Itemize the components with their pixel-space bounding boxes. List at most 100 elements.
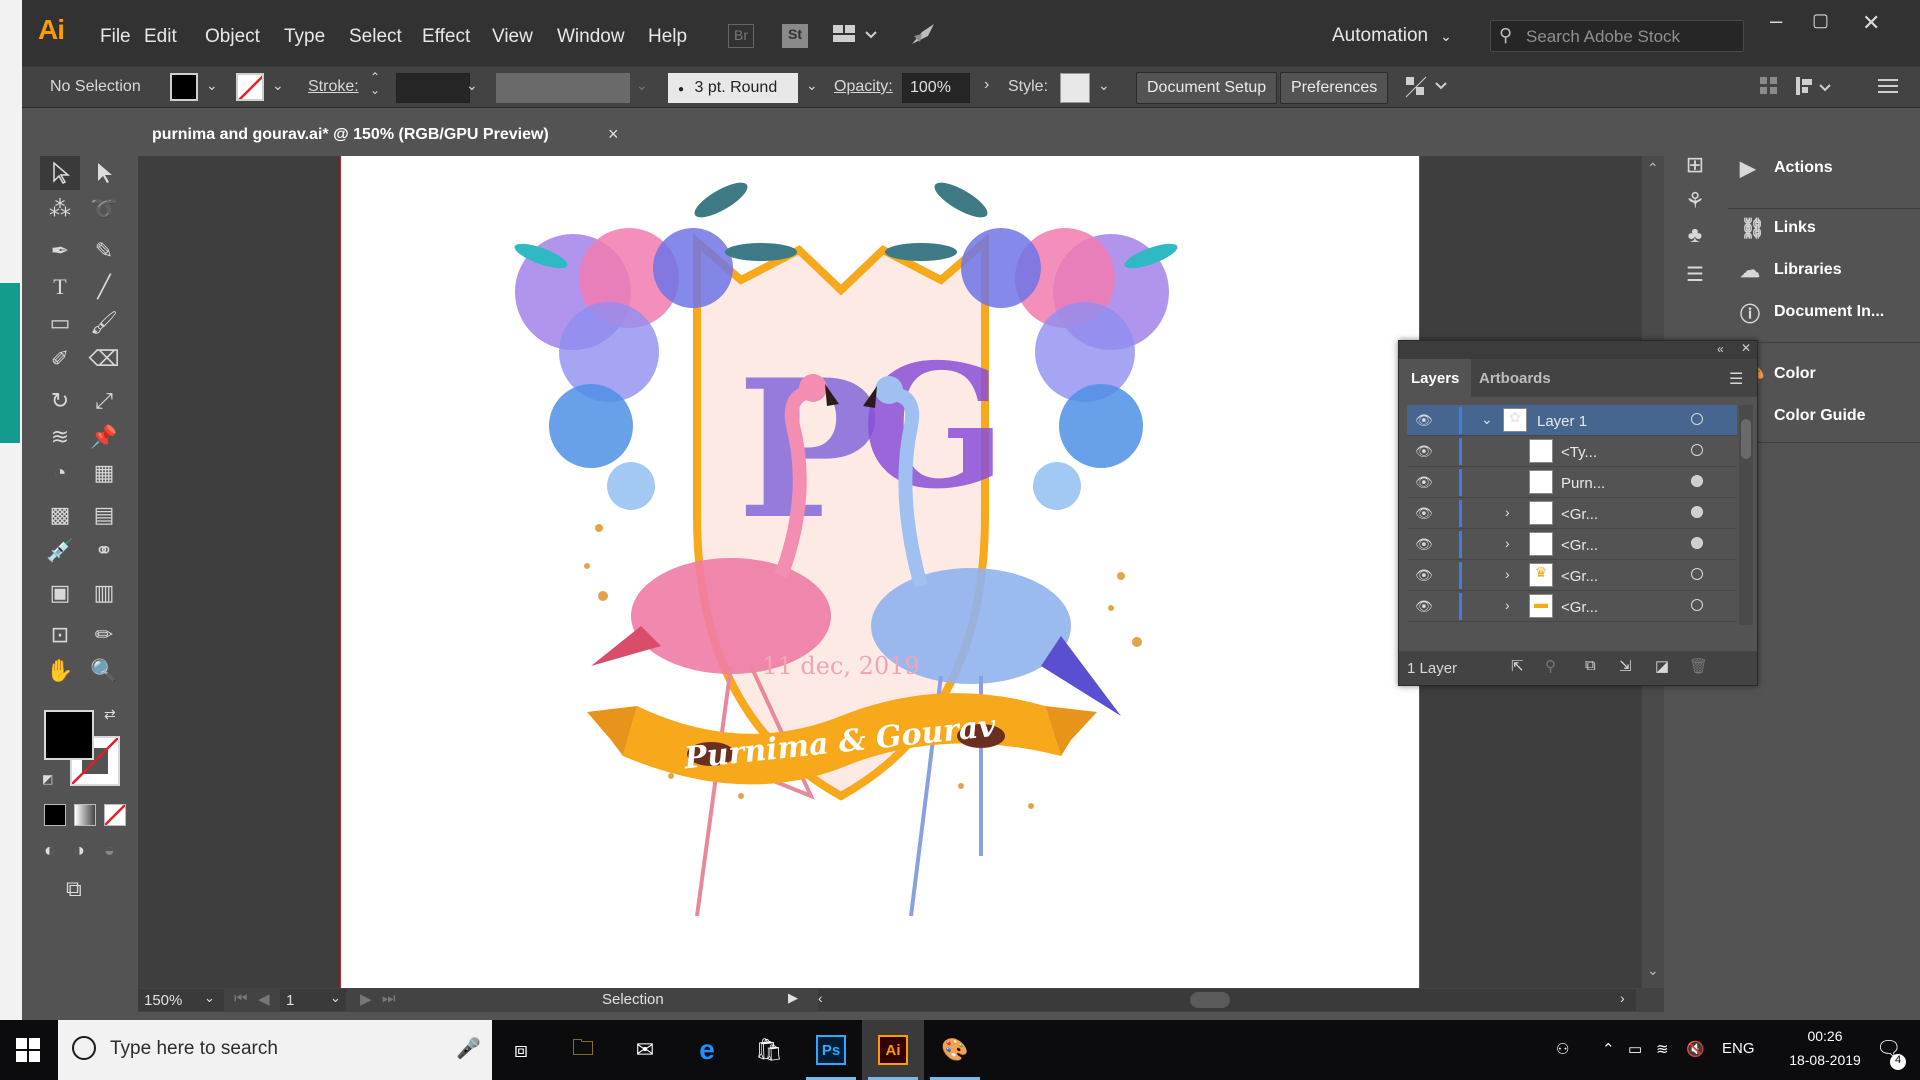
- swap-fill-stroke-icon[interactable]: ⇄: [104, 706, 116, 723]
- target-icon[interactable]: [1691, 537, 1703, 549]
- visibility-eye-icon[interactable]: 👁: [1415, 505, 1433, 522]
- column-graph-tool-icon[interactable]: ▥: [84, 576, 124, 610]
- layers-panel-titlebar[interactable]: « ✕: [1399, 341, 1757, 359]
- clock-time[interactable]: 00:26: [1790, 1028, 1860, 1044]
- show-hidden-icons-icon[interactable]: ⌃: [1602, 1040, 1615, 1058]
- layer-row[interactable]: 👁 › <Gr...: [1407, 529, 1737, 560]
- properties-icon[interactable]: ⊞: [1680, 152, 1710, 182]
- panel-menu-icon[interactable]: ☰: [1729, 369, 1743, 389]
- artboard[interactable]: P G 11 dec, 2019 Purnima & Gourav: [340, 156, 1420, 988]
- maximize-button[interactable]: ▢: [1812, 10, 1829, 31]
- layer-row[interactable]: 👁 › ▬ <Gr...: [1407, 591, 1737, 622]
- arrange-icon[interactable]: [1794, 75, 1834, 104]
- stroke-swatch[interactable]: [236, 73, 264, 101]
- document-setup-button[interactable]: Document Setup: [1136, 72, 1278, 104]
- warp-tool-icon[interactable]: ≋: [40, 420, 80, 454]
- layer-row[interactable]: 👁 › ♛ <Gr...: [1407, 560, 1737, 591]
- hand-tool-icon[interactable]: ✋: [40, 654, 80, 688]
- collapse-panel-icon[interactable]: «: [1717, 342, 1724, 356]
- stroke-weight-dropdown-icon[interactable]: ⌄: [466, 77, 478, 94]
- menu-object[interactable]: Object: [205, 26, 260, 48]
- rotate-tool-icon[interactable]: ↻: [40, 384, 80, 418]
- artboard-dropdown-icon[interactable]: ⌄: [330, 990, 341, 1006]
- battery-icon[interactable]: ▭: [1628, 1040, 1642, 1058]
- color-panel-button[interactable]: 🎨Color: [1740, 354, 1918, 394]
- layer-row[interactable]: 👁 › <Gr...: [1407, 498, 1737, 529]
- microphone-icon[interactable]: 🎤: [456, 1036, 481, 1061]
- tab-layers[interactable]: Layers: [1399, 359, 1472, 397]
- curvature-tool-icon[interactable]: ✎: [84, 234, 124, 268]
- variable-width-profile[interactable]: [496, 73, 630, 103]
- screen-mode-icon[interactable]: ⧉: [66, 876, 82, 902]
- slice-tool-icon[interactable]: ✏: [84, 618, 124, 652]
- blend-tool-icon[interactable]: ⚭: [84, 534, 124, 568]
- bridge-button[interactable]: Br: [728, 24, 754, 48]
- selection-tool-icon[interactable]: [40, 156, 80, 190]
- expand-group-icon[interactable]: ›: [1505, 566, 1510, 582]
- close-tab-icon[interactable]: ×: [608, 124, 619, 145]
- target-icon[interactable]: [1691, 506, 1703, 518]
- gpu-performance-icon[interactable]: [908, 20, 938, 53]
- people-icon[interactable]: ⚇: [1556, 1040, 1569, 1058]
- visibility-eye-icon[interactable]: 👁: [1415, 474, 1433, 491]
- gradient-tool-icon[interactable]: ▤: [84, 498, 124, 532]
- perspective-grid-tool-icon[interactable]: ▦: [84, 456, 124, 490]
- magic-wand-tool-icon[interactable]: ⁂: [40, 192, 80, 226]
- windows-start-icon[interactable]: [16, 1038, 40, 1067]
- gradient-mode-icon[interactable]: [74, 804, 96, 826]
- fill-swatch[interactable]: [170, 73, 198, 101]
- previous-artboard-icon[interactable]: ◀: [258, 990, 270, 1008]
- lasso-tool-icon[interactable]: ➰: [84, 192, 124, 226]
- expand-group-icon[interactable]: ›: [1505, 535, 1510, 551]
- line-tool-icon[interactable]: ╱: [84, 270, 124, 304]
- artboard-tool-icon[interactable]: ⊡: [40, 618, 80, 652]
- brush-definition[interactable]: ● 3 pt. Round: [668, 73, 798, 103]
- status-menu-icon[interactable]: ▶: [788, 990, 798, 1006]
- menu-view[interactable]: View: [492, 26, 533, 48]
- clock-date[interactable]: 18-08-2019: [1776, 1052, 1874, 1068]
- menu-type[interactable]: Type: [284, 26, 325, 48]
- target-icon[interactable]: [1691, 413, 1703, 425]
- direct-selection-tool-icon[interactable]: [84, 156, 124, 190]
- volume-icon[interactable]: 🔇: [1686, 1040, 1705, 1058]
- menu-effect[interactable]: Effect: [422, 26, 470, 48]
- scroll-right-icon[interactable]: ›: [1620, 990, 1625, 1006]
- close-button[interactable]: ✕: [1862, 10, 1880, 36]
- layer-row[interactable]: 👁 <Ty...: [1407, 436, 1737, 467]
- preferences-button[interactable]: Preferences: [1280, 72, 1389, 104]
- align-to-icon[interactable]: [1402, 73, 1452, 106]
- taskbar-search-box[interactable]: Type here to search 🎤: [58, 1020, 492, 1080]
- align-panel-icon[interactable]: ☰: [1680, 262, 1710, 292]
- collapse-layer-icon[interactable]: ⌄: [1481, 411, 1493, 428]
- scroll-thumb[interactable]: [1190, 992, 1230, 1008]
- stroke-weight-field[interactable]: [396, 73, 470, 103]
- scale-tool-icon[interactable]: ⤢: [84, 384, 124, 418]
- target-icon[interactable]: [1691, 599, 1703, 611]
- profile-dropdown-icon[interactable]: ⌄: [636, 77, 648, 94]
- layers-scrollbar[interactable]: [1739, 405, 1753, 625]
- opacity-field[interactable]: 100%: [902, 73, 970, 103]
- target-icon[interactable]: [1691, 444, 1703, 456]
- stroke-label[interactable]: Stroke:: [308, 78, 359, 96]
- symbols-icon[interactable]: ♣: [1680, 222, 1710, 252]
- mesh-tool-icon[interactable]: ▩: [40, 498, 80, 532]
- layer-row[interactable]: 👁 Purn...: [1407, 467, 1737, 498]
- visibility-eye-icon[interactable]: 👁: [1415, 412, 1433, 429]
- zoom-dropdown-icon[interactable]: ⌄: [204, 990, 215, 1006]
- links-panel-button[interactable]: ⛓ Links: [1740, 208, 1918, 248]
- horizontal-scrollbar[interactable]: ‹ ›: [818, 989, 1636, 1011]
- delete-layer-icon[interactable]: 🗑: [1689, 657, 1708, 675]
- photoshop-taskbar-icon[interactable]: Ps: [800, 1020, 862, 1080]
- next-artboard-icon[interactable]: ▶: [360, 990, 372, 1008]
- default-fill-stroke-icon[interactable]: ◩: [42, 772, 53, 786]
- color-guide-panel-button[interactable]: ◣Color Guide: [1740, 396, 1918, 436]
- layer-row-layer-1[interactable]: 👁 ⌄ ✿ Layer 1: [1407, 405, 1737, 436]
- last-artboard-icon[interactable]: ⏭: [382, 990, 396, 1007]
- workspace-switcher[interactable]: Automation ⌄: [1332, 25, 1452, 47]
- shape-builder-tool-icon[interactable]: ◔: [40, 456, 80, 490]
- zoom-tool-icon[interactable]: 🔍: [84, 654, 124, 688]
- visibility-eye-icon[interactable]: 👁: [1415, 567, 1433, 584]
- search-adobe-stock-input[interactable]: ⚲ Search Adobe Stock: [1490, 20, 1744, 52]
- libraries-panel-button[interactable]: ☁ Libraries: [1740, 250, 1918, 290]
- expand-group-icon[interactable]: ›: [1505, 504, 1510, 520]
